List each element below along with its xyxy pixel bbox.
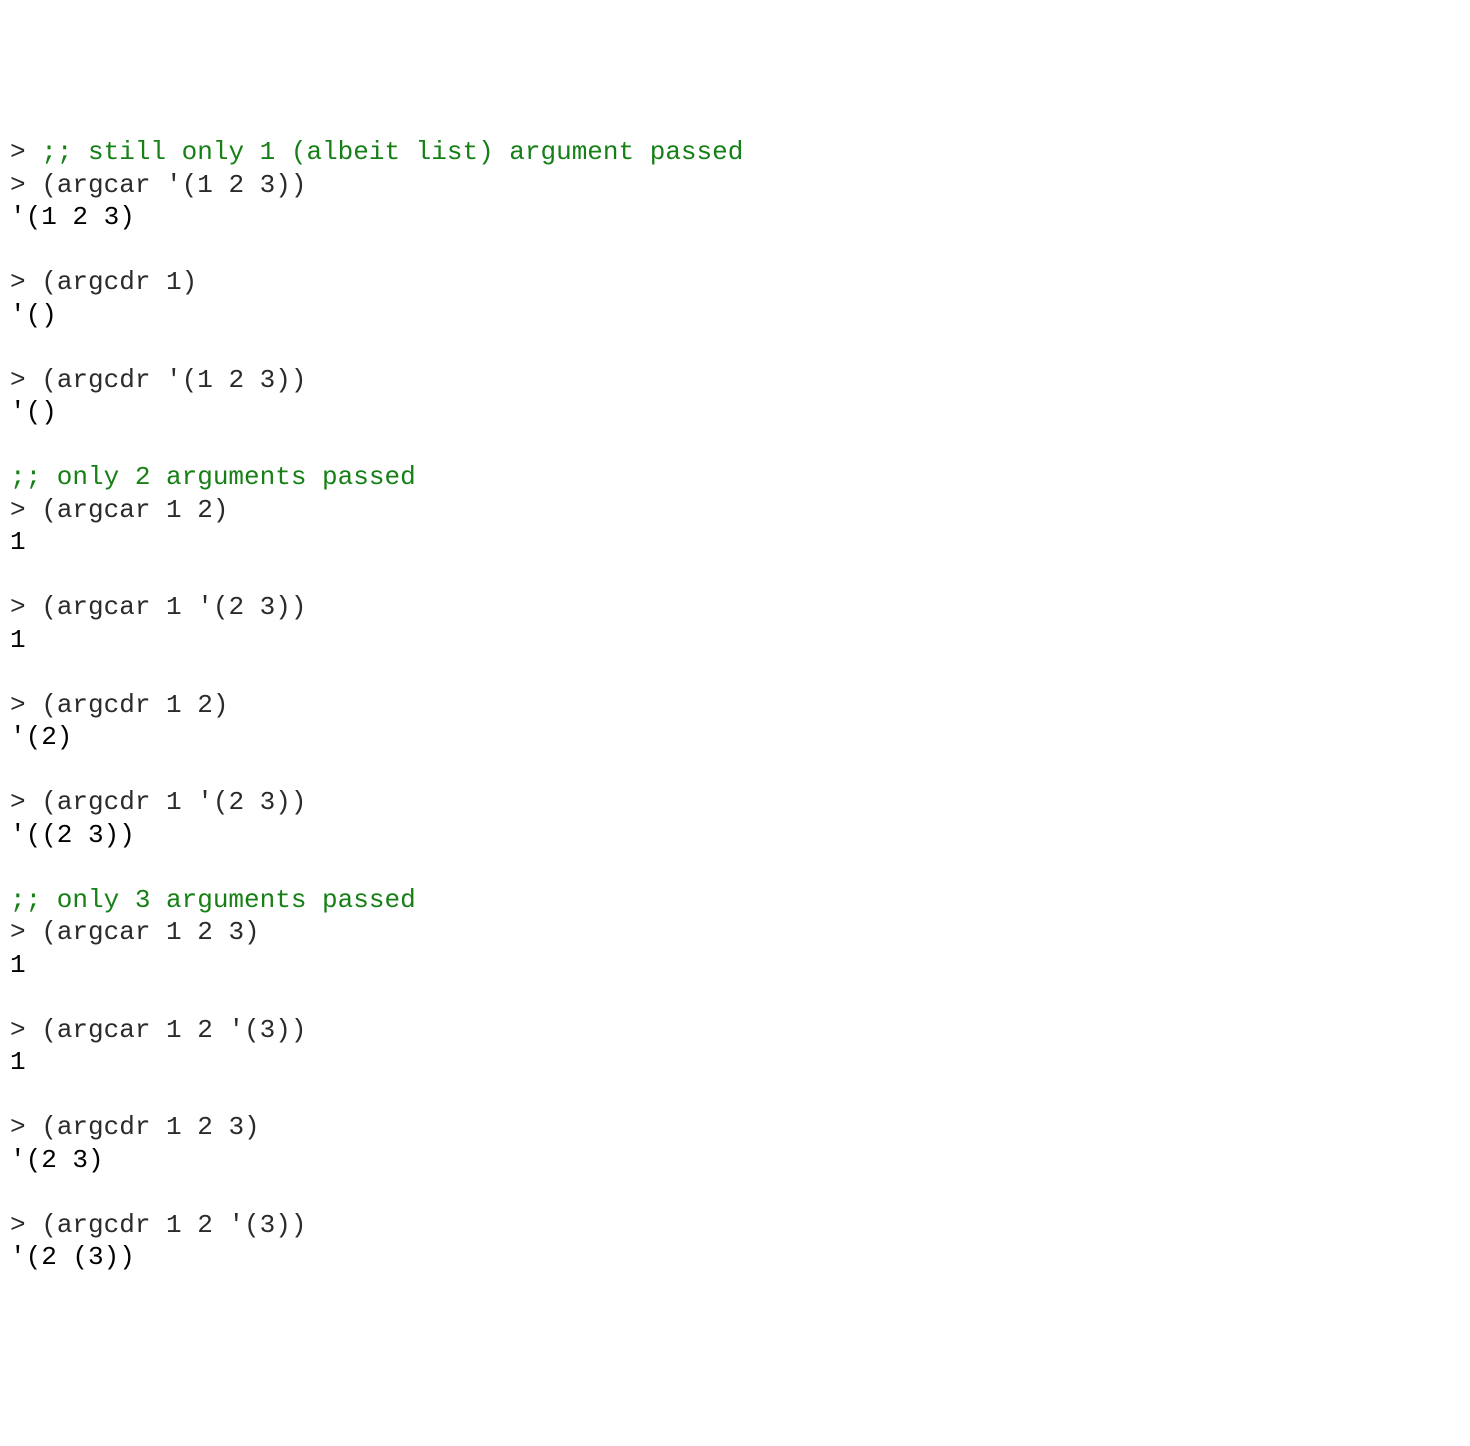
repl-prompt: > <box>10 1112 41 1142</box>
repl-output-line: '(1 2 3) <box>10 201 1460 234</box>
repl-comment-line: ;; only 3 arguments passed <box>10 884 1460 917</box>
blank-line <box>10 429 1460 462</box>
repl-prompt: > <box>10 917 41 947</box>
blank-line <box>10 656 1460 689</box>
repl-prompt: > <box>10 690 41 720</box>
repl-output-line: 1 <box>10 526 1460 559</box>
repl-code: (argcdr 1 2 3) <box>41 1112 259 1142</box>
repl-input-line: > (argcar 1 '(2 3)) <box>10 591 1460 624</box>
repl-prompt: > <box>10 1210 41 1240</box>
repl-prompt: > <box>10 137 41 167</box>
repl-prompt: > <box>10 365 41 395</box>
repl-code: (argcar 1 '(2 3)) <box>41 592 306 622</box>
repl-input-line: > (argcdr 1 2 3) <box>10 1111 1460 1144</box>
repl-code: (argcdr 1) <box>41 267 197 297</box>
repl-output-line: '((2 3)) <box>10 819 1460 852</box>
repl-code: (argcdr 1 '(2 3)) <box>41 787 306 817</box>
repl-input-line: > (argcdr 1 2 '(3)) <box>10 1209 1460 1242</box>
repl-code: (argcdr '(1 2 3)) <box>41 365 306 395</box>
repl-comment: ;; still only 1 (albeit list) argument p… <box>41 137 743 167</box>
repl-input-line: > (argcar 1 2 '(3)) <box>10 1014 1460 1047</box>
repl-output: 1 <box>10 950 26 980</box>
repl-input-line: > (argcdr 1 2) <box>10 689 1460 722</box>
repl-output-line: '(2 3) <box>10 1144 1460 1177</box>
repl-comment: ;; only 2 arguments passed <box>10 462 416 492</box>
repl-prompt: > <box>10 267 41 297</box>
repl-input-line: > (argcar 1 2 3) <box>10 916 1460 949</box>
repl-prompt: > <box>10 495 41 525</box>
repl-output-line: '() <box>10 396 1460 429</box>
repl-input-line: > (argcdr 1 '(2 3)) <box>10 786 1460 819</box>
repl-prompt: > <box>10 592 41 622</box>
repl-prompt: > <box>10 1015 41 1045</box>
blank-line <box>10 1176 1460 1209</box>
blank-line <box>10 754 1460 787</box>
repl-code: (argcar 1 2) <box>41 495 228 525</box>
blank-line <box>10 981 1460 1014</box>
repl-transcript: > ;; still only 1 (albeit list) argument… <box>10 136 1460 1274</box>
repl-output-line: 1 <box>10 624 1460 657</box>
repl-output-line: 1 <box>10 1046 1460 1079</box>
repl-input-line: > (argcar '(1 2 3)) <box>10 169 1460 202</box>
repl-comment-line: ;; only 2 arguments passed <box>10 461 1460 494</box>
repl-output: 1 <box>10 527 26 557</box>
repl-comment: ;; only 3 arguments passed <box>10 885 416 915</box>
repl-output-line: '() <box>10 299 1460 332</box>
repl-output-line: '(2 (3)) <box>10 1241 1460 1274</box>
repl-input-line: > (argcdr '(1 2 3)) <box>10 364 1460 397</box>
blank-line <box>10 559 1460 592</box>
blank-line <box>10 234 1460 267</box>
repl-prompt: > <box>10 787 41 817</box>
repl-code: (argcar 1 2 '(3)) <box>41 1015 306 1045</box>
blank-line <box>10 851 1460 884</box>
repl-code: (argcar '(1 2 3)) <box>41 170 306 200</box>
repl-output-line: 1 <box>10 949 1460 982</box>
repl-code: (argcdr 1 2) <box>41 690 228 720</box>
blank-line <box>10 1079 1460 1112</box>
repl-output: '(2) <box>10 722 72 752</box>
blank-line <box>10 331 1460 364</box>
repl-input-line: > (argcdr 1) <box>10 266 1460 299</box>
repl-prompt: > <box>10 170 41 200</box>
repl-output: 1 <box>10 1047 26 1077</box>
repl-output-line: '(2) <box>10 721 1460 754</box>
repl-output: '(1 2 3) <box>10 202 135 232</box>
repl-code: (argcar 1 2 3) <box>41 917 259 947</box>
repl-output: '(2 3) <box>10 1145 104 1175</box>
repl-output: 1 <box>10 625 26 655</box>
repl-output: '() <box>10 300 57 330</box>
repl-output: '((2 3)) <box>10 820 135 850</box>
repl-output: '() <box>10 397 57 427</box>
repl-input-line: > ;; still only 1 (albeit list) argument… <box>10 136 1460 169</box>
repl-output: '(2 (3)) <box>10 1242 135 1272</box>
repl-code: (argcdr 1 2 '(3)) <box>41 1210 306 1240</box>
repl-input-line: > (argcar 1 2) <box>10 494 1460 527</box>
